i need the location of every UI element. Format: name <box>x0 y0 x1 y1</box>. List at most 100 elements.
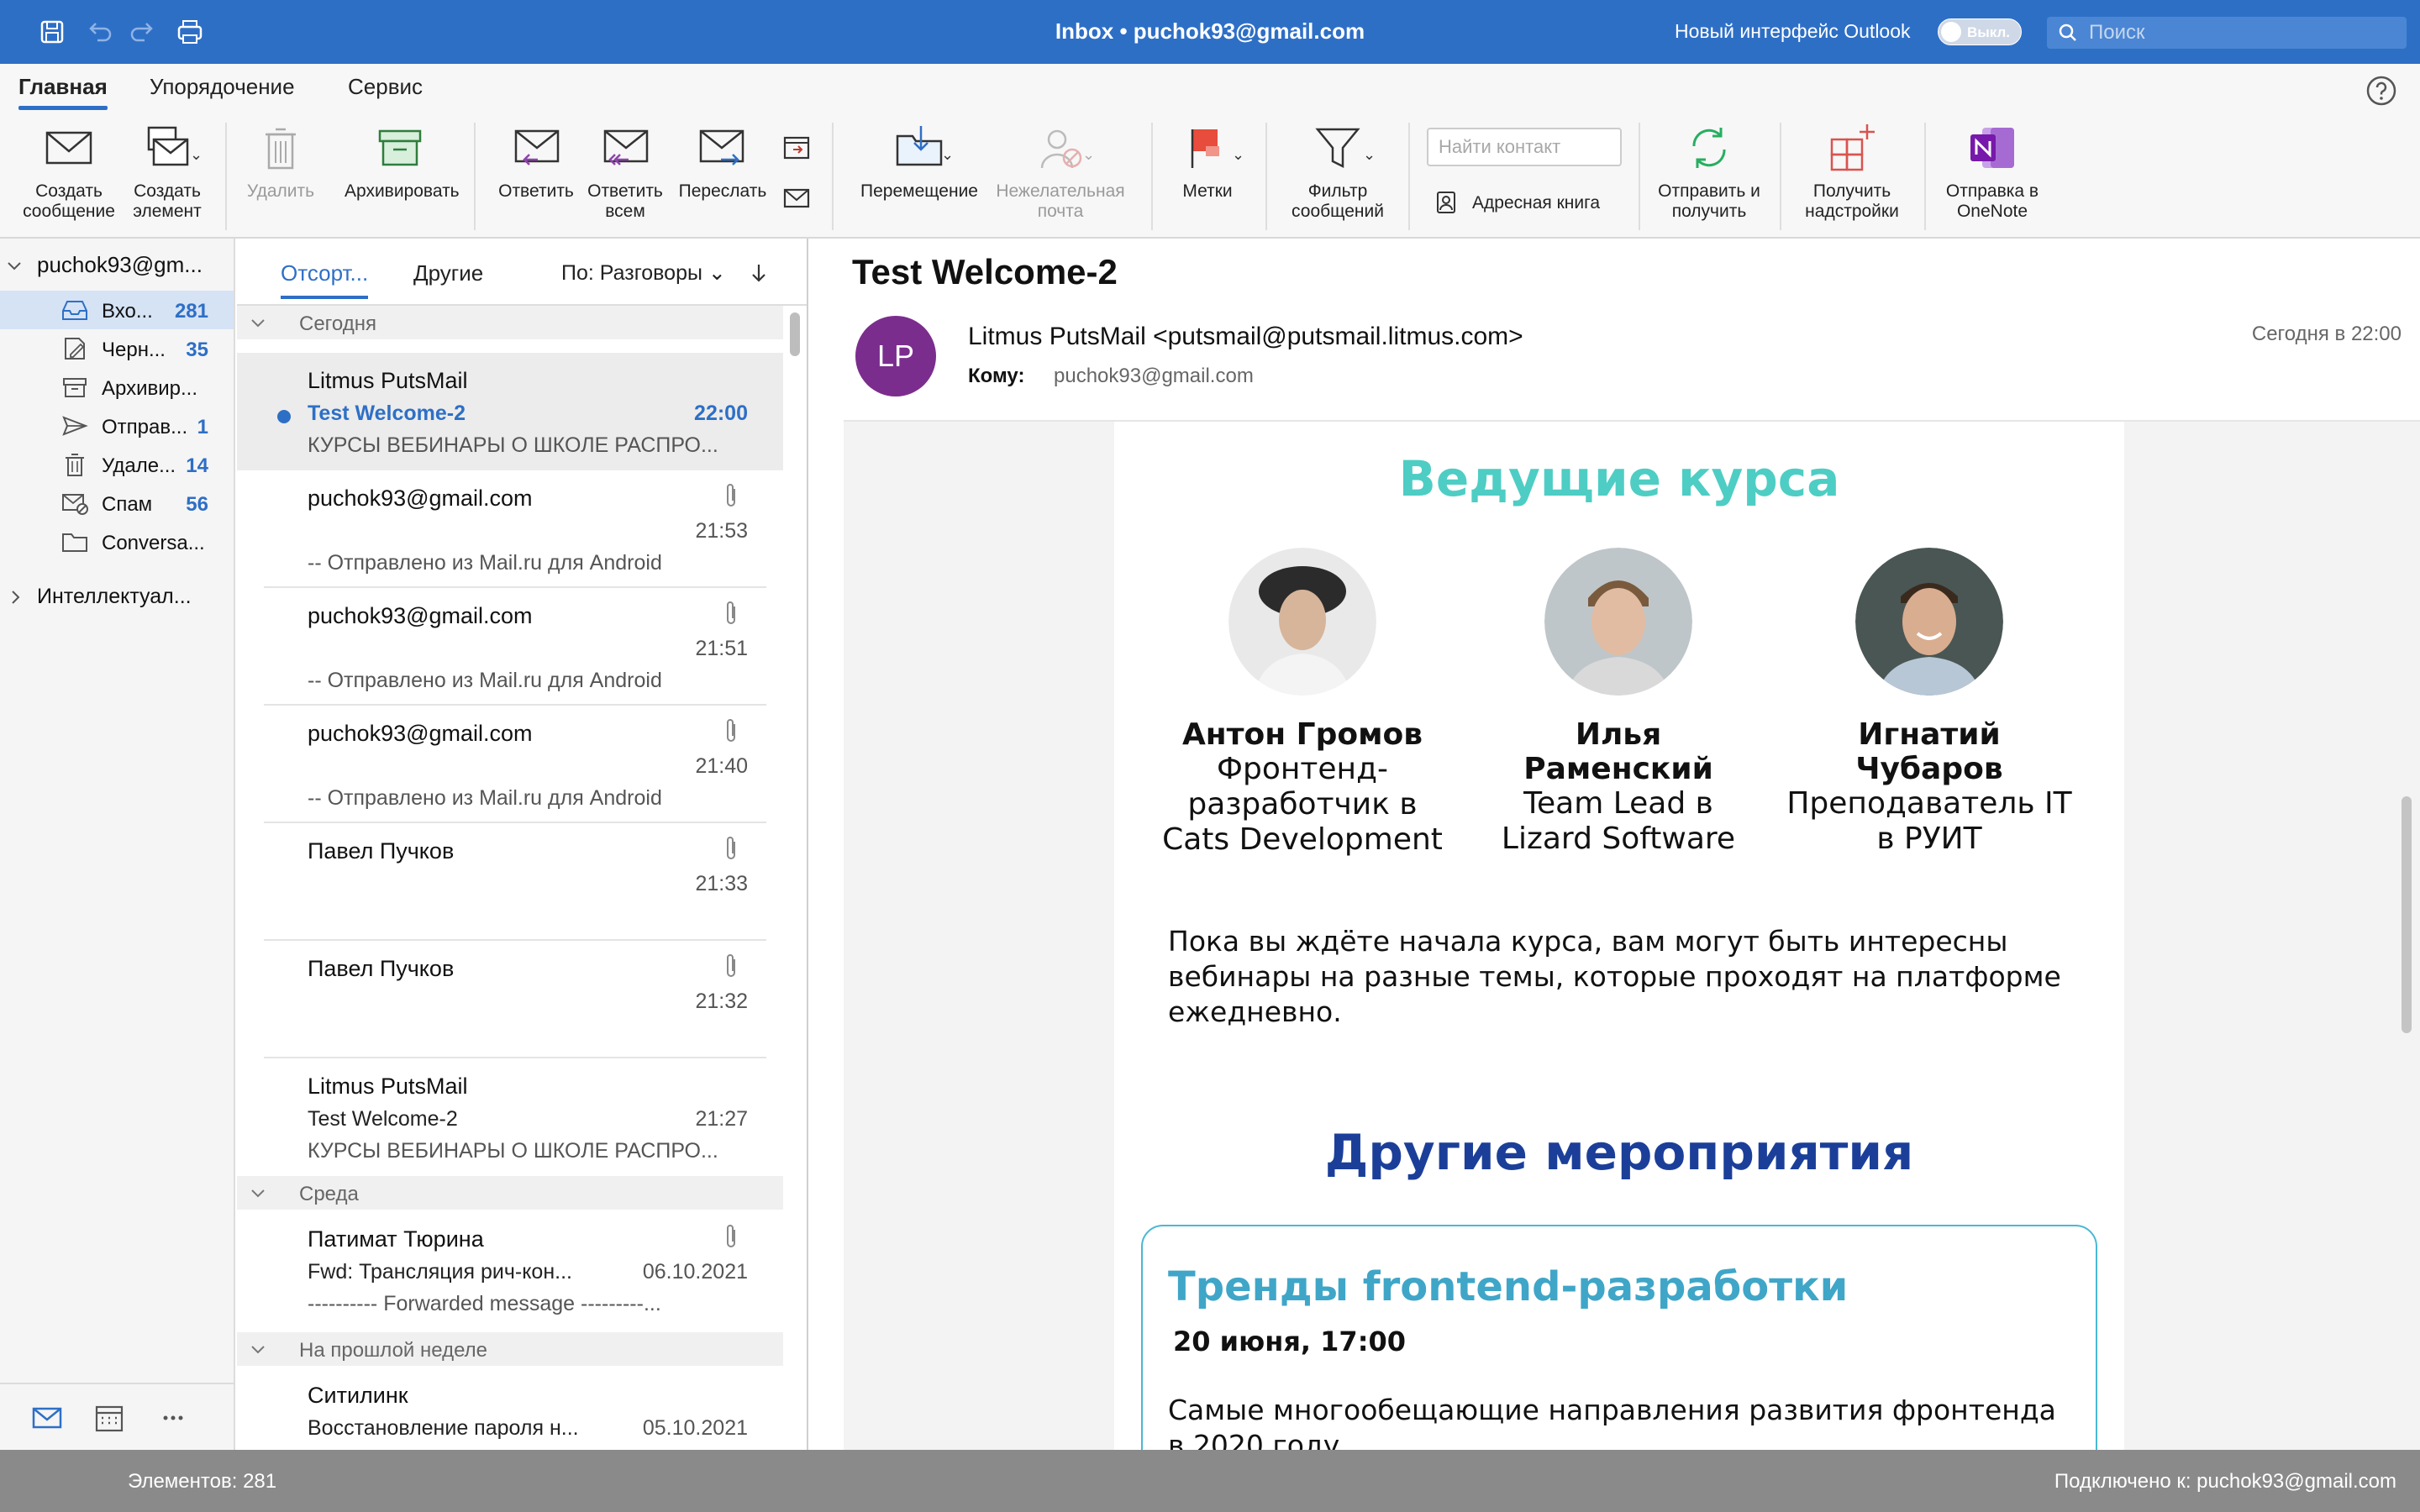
event-card[interactable]: Тренды frontend-разработки 20 июня, 17:0… <box>1141 1225 2097 1450</box>
attachment-icon <box>727 484 735 507</box>
spam-icon <box>62 494 88 515</box>
archive-button[interactable]: Архивировать <box>345 121 460 202</box>
new-item-label: Создать элемент <box>133 181 202 221</box>
group-header-last-week[interactable]: На прошлой неделе <box>237 1332 783 1366</box>
archive-icon <box>378 129 422 166</box>
message-item[interactable]: Ситилинк Восстановление пароля н... 05.1… <box>237 1368 783 1450</box>
tab-tools[interactable]: Сервис <box>348 74 423 100</box>
folder-spam[interactable]: Спам 56 <box>0 484 234 522</box>
new-item-icon <box>147 126 189 166</box>
title-bar: Inbox • puchok93@gmail.com Новый интерфе… <box>0 0 2420 64</box>
move-chevron-icon[interactable]: ⌄ <box>941 146 954 164</box>
message-item[interactable]: Павел Пучков 21:32 <box>237 941 783 1058</box>
im-reply-icon[interactable] <box>780 181 813 215</box>
recipient[interactable]: puchok93@gmail.com <box>1054 365 1254 388</box>
sender[interactable]: Litmus PutsMail <putsmail@putsmail.litmu… <box>968 323 1523 351</box>
get-addins-button[interactable]: Получить надстройки <box>1795 121 1909 222</box>
group-header-wednesday[interactable]: Среда <box>237 1176 783 1210</box>
avatar[interactable]: LP <box>855 316 936 396</box>
delete-button[interactable]: Удалить <box>240 121 321 202</box>
meeting-icon[interactable] <box>780 131 813 165</box>
reply-button[interactable]: Ответить <box>491 121 581 202</box>
group-header-today[interactable]: Сегодня <box>237 306 783 339</box>
tab-focused[interactable]: Отсорт... <box>281 260 369 299</box>
message-subject: Fwd: Трансляция рич-кон... <box>308 1260 572 1284</box>
more-icon[interactable] <box>156 1401 190 1435</box>
chevron-right-icon[interactable] <box>7 588 25 606</box>
forward-button[interactable]: Переслать <box>672 121 773 202</box>
filter-chevron-icon[interactable]: ⌄ <box>1363 146 1376 164</box>
reading-pane-scrollbar[interactable] <box>2398 428 2415 1450</box>
folder-archive[interactable]: Архивир... <box>0 368 234 407</box>
mail-icon[interactable] <box>30 1401 64 1435</box>
tags-chevron-icon[interactable]: ⌄ <box>1232 146 1244 164</box>
smart-folders[interactable]: Интеллектуал... <box>37 585 192 609</box>
toggle-label: Выкл. <box>1967 24 2011 40</box>
message-item[interactable]: puchok93@gmail.com 21:40 -- Отправлено и… <box>237 706 783 823</box>
filter-icon <box>1315 128 1360 169</box>
email-heading-secondary: Другие мероприятия <box>1324 1124 1914 1181</box>
help-icon[interactable] <box>2365 74 2398 108</box>
received-date: Сегодня в 22:00 <box>2251 323 2402 345</box>
module-switcher <box>0 1383 234 1450</box>
junk-icon <box>1040 129 1082 169</box>
junk-button[interactable]: Нежелательная почта <box>992 121 1129 222</box>
forward-icon <box>699 129 744 165</box>
folder-inbox[interactable]: Вхо... 281 <box>0 291 234 329</box>
new-outlook-toggle[interactable]: Выкл. <box>1938 18 2022 45</box>
address-book-button[interactable]: Адресная книга <box>1434 186 1635 220</box>
event-title[interactable]: Тренды frontend-разработки <box>1168 1263 1848 1310</box>
to-label: Кому: <box>968 365 1025 387</box>
message-item[interactable]: puchok93@gmail.com 21:51 -- Отправлено и… <box>237 588 783 706</box>
message-item[interactable]: Патимат Тюрина Fwd: Трансляция рич-кон..… <box>237 1211 783 1329</box>
search-input[interactable] <box>2089 20 2391 45</box>
folder-drafts[interactable]: Черн... 35 <box>0 329 234 368</box>
event-date: 20 июня, 17:00 <box>1173 1326 1407 1357</box>
reply-all-button[interactable]: Ответить всем <box>585 121 666 222</box>
message-sender: Ситилинк <box>308 1383 408 1408</box>
tab-home[interactable]: Главная <box>18 74 108 110</box>
send-receive-button[interactable]: Отправить и получить <box>1654 121 1765 222</box>
new-message-button[interactable]: Создать сообщение <box>17 121 121 222</box>
filter-button[interactable]: Фильтр сообщений <box>1286 121 1390 222</box>
new-message-label: Создать сообщение <box>23 181 115 221</box>
envelope-icon <box>45 131 92 165</box>
ribbon-separator <box>832 123 834 230</box>
speaker-role: Team Lead в Lizard Software <box>1501 786 1736 856</box>
delete-label: Удалить <box>246 181 315 201</box>
message-item[interactable]: Litmus PutsMail Test Welcome-2 22:00 КУР… <box>237 353 783 470</box>
move-button[interactable]: Перемещение <box>854 121 985 202</box>
account-name[interactable]: puchok93@gm... <box>37 252 203 278</box>
message-item[interactable]: puchok93@gmail.com 21:53 -- Отправлено и… <box>237 470 783 588</box>
message-time: 05.10.2021 <box>642 1416 748 1440</box>
scrollbar-thumb[interactable] <box>790 312 800 356</box>
message-item[interactable]: Litmus PutsMail Test Welcome-2 21:27 КУР… <box>237 1058 783 1176</box>
new-item-chevron-icon[interactable]: ⌄ <box>190 146 203 164</box>
search-box[interactable] <box>2047 17 2407 49</box>
tab-other[interactable]: Другие <box>413 260 483 286</box>
archive-icon <box>63 378 87 397</box>
folder-conversation-history[interactable]: Conversa... <box>0 522 234 561</box>
chevron-down-icon[interactable] <box>5 257 24 276</box>
message-list-scrollbar[interactable] <box>788 309 802 1450</box>
folder-sent[interactable]: Отправ... 1 <box>0 407 234 445</box>
calendar-icon[interactable] <box>92 1401 126 1435</box>
message-item[interactable]: Павел Пучков 21:33 <box>237 823 783 941</box>
sort-dropdown[interactable]: По: Разговоры ⌄ <box>561 260 726 286</box>
new-item-button[interactable]: Создать элемент <box>123 121 212 222</box>
forward-label: Переслать <box>678 181 767 201</box>
trash-icon <box>266 128 296 170</box>
message-sender: Патимат Тюрина <box>308 1226 484 1252</box>
message-preview: КУРСЫ ВЕБИНАРЫ О ШКОЛЕ РАСПРО... <box>308 1139 718 1163</box>
ribbon: Создать сообщение Создать элемент ⌄ Удал… <box>0 113 2420 239</box>
scrollbar-thumb[interactable] <box>2402 796 2412 1033</box>
send-to-onenote-button[interactable]: Отправка в OneNote <box>1938 121 2047 222</box>
folder-deleted[interactable]: Удале... 14 <box>0 445 234 484</box>
tab-organize[interactable]: Упорядочение <box>150 74 295 100</box>
group-label: На прошлой неделе <box>299 1339 487 1362</box>
junk-chevron-icon[interactable]: ⌄ <box>1082 146 1095 164</box>
status-bar: Элементов: 281 Подключено к: puchok93@gm… <box>0 1450 2420 1512</box>
onenote-icon <box>1970 128 2014 168</box>
sort-direction-icon[interactable] <box>746 260 771 286</box>
find-contact-input[interactable] <box>1427 128 1622 166</box>
